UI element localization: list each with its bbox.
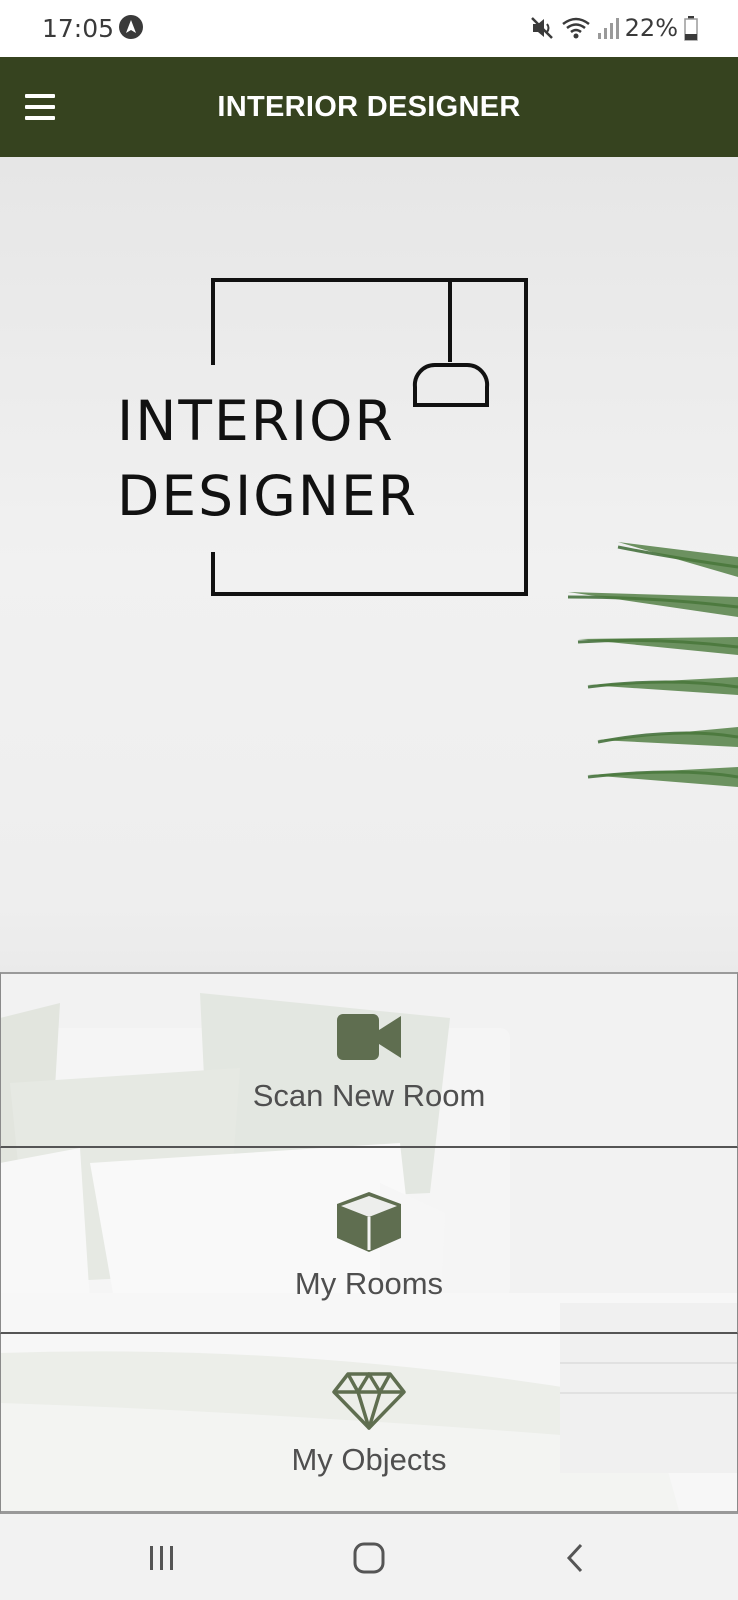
home-icon[interactable]	[347, 1536, 391, 1580]
app-bar: INTERIOR DESIGNER	[0, 57, 738, 157]
my-rooms-button[interactable]: My Rooms	[0, 1148, 738, 1334]
logo-line1: INTERIOR	[117, 389, 395, 453]
status-time: 17:05	[42, 14, 115, 43]
recent-apps-icon[interactable]	[140, 1536, 184, 1580]
my-objects-button[interactable]: My Objects	[0, 1334, 738, 1514]
mute-icon	[530, 17, 553, 39]
signal-icon	[597, 18, 619, 39]
diamond-icon	[332, 1372, 406, 1430]
battery-percent: 22%	[624, 14, 678, 42]
logo-line2: DESIGNER	[117, 464, 418, 528]
status-icons: 22%	[529, 14, 698, 42]
battery-icon	[684, 16, 698, 41]
navigation-arrow-icon	[119, 15, 143, 39]
video-camera-icon	[337, 1014, 401, 1060]
system-nav-bar	[0, 1514, 738, 1600]
status-bar: 17:05 22%	[0, 0, 738, 57]
back-icon[interactable]	[555, 1536, 599, 1580]
interior-designer-logo: INTERIOR DESIGNER	[117, 278, 528, 596]
scan-new-room-label: Scan New Room	[252, 1078, 486, 1113]
cube-icon	[337, 1192, 401, 1252]
app-title: INTERIOR DESIGNER	[217, 91, 521, 123]
scan-new-room-button[interactable]: Scan New Room	[0, 972, 738, 1148]
my-objects-label: My Objects	[291, 1442, 447, 1477]
my-rooms-label: My Rooms	[294, 1266, 444, 1301]
wifi-icon	[561, 17, 590, 39]
